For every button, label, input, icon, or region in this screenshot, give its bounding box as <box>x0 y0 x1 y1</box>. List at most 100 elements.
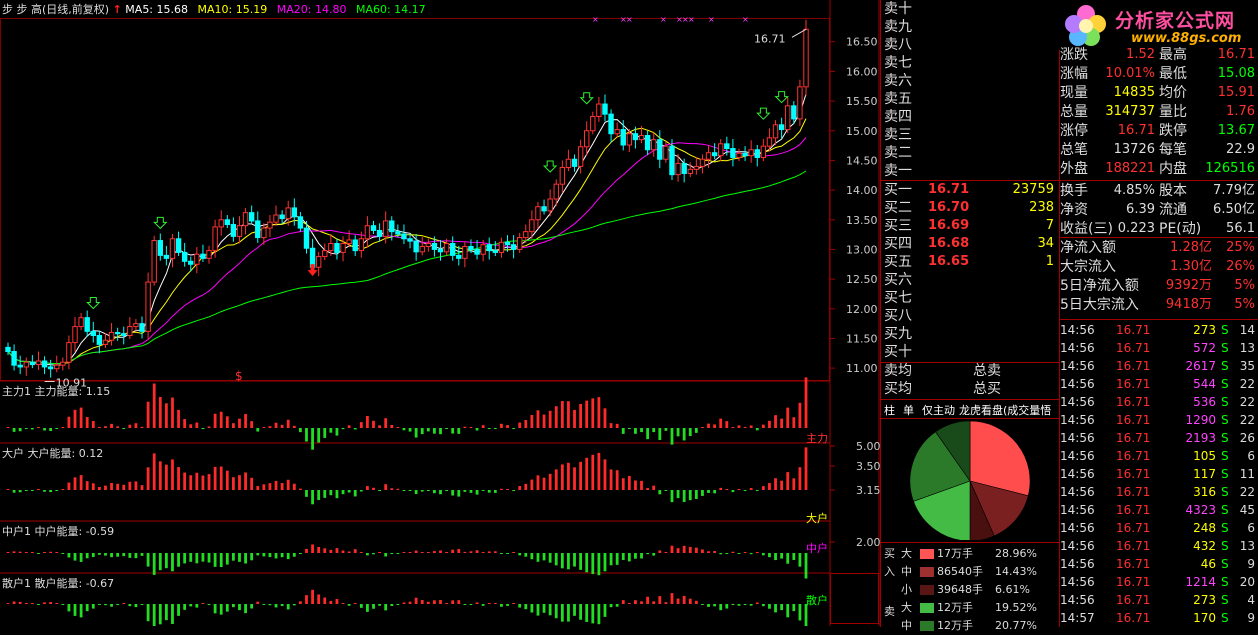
zhuli-bar-neg <box>311 428 314 450</box>
zhuli-bar-pos <box>61 427 65 428</box>
candle-down <box>644 135 651 151</box>
sanhu-bar-neg <box>469 604 473 605</box>
sanhu-bar-pos <box>122 603 126 604</box>
zhonghu-bar-pos <box>487 551 491 553</box>
dahu-bar-pos <box>652 485 656 490</box>
signal-cross-icon: × <box>626 15 633 24</box>
legend-swatch <box>920 603 934 613</box>
buy-arrow-icon <box>774 91 789 104</box>
sanhu-bar-neg <box>207 604 211 606</box>
tick-price: 16.71 <box>1116 611 1151 625</box>
sanhu-bar-pos <box>640 601 643 604</box>
zhuli-tag: 主力 <box>806 432 828 445</box>
zhuli-bar-pos <box>390 424 394 428</box>
candle-down <box>724 143 730 150</box>
candle-up <box>346 239 352 245</box>
zhonghu-bar-pos <box>445 552 448 553</box>
zhuli-bar-pos <box>798 402 802 428</box>
dahu-bar-neg <box>49 490 53 493</box>
candle-down <box>121 333 127 336</box>
zhuli-bar-pos <box>97 427 101 428</box>
dahu-bar-pos <box>238 475 241 490</box>
tick-volume: 248 <box>1193 521 1216 535</box>
candle-up <box>535 206 541 221</box>
dahu-bar-pos <box>719 487 723 490</box>
zhuli-bar-pos <box>140 426 144 428</box>
zhonghu-bar-neg <box>366 553 369 556</box>
tab-longhu[interactable]: 龙虎看盘(成交量悟 <box>959 402 1051 418</box>
tab-active-only[interactable]: 仅主动 <box>922 402 955 418</box>
zhonghu-bar-neg <box>97 553 101 555</box>
quote-value: 14835 <box>1113 85 1155 100</box>
zhonghu-bar-neg <box>219 553 223 568</box>
sanhu-bar-pos <box>475 602 479 604</box>
buy-level-price: 16.69 <box>928 218 970 233</box>
avg-sell-label: 卖均 <box>884 363 912 379</box>
kline-panel[interactable]: 步 步 高(日线,前复权) ↑ MA5: 15.68 MA10: 15.19 M… <box>0 0 880 626</box>
zhuli-bar-neg <box>676 428 680 437</box>
y-tick-label: 14.00 <box>846 184 878 197</box>
tick-volume: 105 <box>1193 449 1216 463</box>
zhuli-bar-pos <box>158 396 162 428</box>
sell-side-label: 卖 <box>884 605 895 618</box>
buy-level-label: 买十 <box>884 344 912 360</box>
quote-value: 1.52 <box>1126 47 1155 62</box>
candle-up <box>565 158 572 169</box>
tick-side: S <box>1221 593 1229 607</box>
zhonghu-bar-neg <box>128 553 132 558</box>
zhonghu-bar-neg <box>560 553 564 569</box>
zhuli-bar-pos <box>286 419 290 428</box>
sanhu-bar-pos <box>512 603 516 604</box>
zhuli-bar-pos <box>774 415 777 428</box>
tab-column[interactable]: 柱 <box>884 402 895 418</box>
zhonghu-bar-neg <box>396 553 400 554</box>
zhonghu-bar-pos <box>755 552 759 553</box>
dahu-bar-pos <box>640 480 643 490</box>
quote-label: 内盘 <box>1159 161 1187 177</box>
zhuli-bar-pos <box>231 423 235 428</box>
dahu-bar-neg <box>335 490 339 499</box>
zhuli-bar-pos <box>725 421 729 428</box>
quote-panel: 涨跌 1.52 最高 16.71 涨幅 10.01% 最低 15.08 现量 14835 均价 15.… <box>1059 46 1258 626</box>
quote-value: 126516 <box>1205 161 1255 176</box>
sanhu-bar-neg <box>518 604 522 608</box>
zhonghu-bar-pos <box>670 545 674 553</box>
sanhu-bar-neg <box>701 604 704 605</box>
candle-down <box>504 241 511 246</box>
zhuli-bar-pos <box>292 425 296 428</box>
dahu-bar-pos <box>567 462 570 490</box>
zhonghu-bar-neg <box>268 553 272 558</box>
zhonghu-bar-pos <box>43 551 46 553</box>
candle-up <box>687 168 693 174</box>
tick-side: S <box>1221 431 1229 445</box>
zhonghu-bar-pos <box>323 548 327 553</box>
buy-level-label: 买二 <box>884 200 912 216</box>
candle-up <box>699 158 706 167</box>
legend-size: 大 <box>901 547 912 560</box>
dahu-bar-pos <box>195 472 199 490</box>
tick-time: 14:56 <box>1060 323 1095 337</box>
sanhu-bar-neg <box>481 604 485 606</box>
tick-volume: 1290 <box>1185 413 1216 427</box>
zhuli-bar-neg <box>408 428 412 432</box>
sanhu-bar-pos <box>426 601 430 604</box>
zhuli-bar-pos <box>274 422 278 428</box>
quote-value: 13726 <box>1113 142 1155 157</box>
flow-pct: 26% <box>1226 259 1255 274</box>
zhonghu-bar-neg <box>183 553 187 564</box>
sanhu-bar-neg <box>104 604 107 606</box>
quote-value: 6.39 <box>1126 202 1155 217</box>
zhuli-bar-pos <box>134 423 138 428</box>
candle-up <box>736 152 742 158</box>
signal-cross-icon: × <box>742 15 749 24</box>
tab-single[interactable]: 单 <box>903 402 914 418</box>
quote-value: 22.9 <box>1226 142 1255 157</box>
zhuli-bar-neg <box>634 428 637 434</box>
zhonghu-bar-neg <box>585 553 589 573</box>
candle-down <box>230 224 237 237</box>
quote-label: 总笔 <box>1060 142 1088 158</box>
candlestick-chart[interactable]: 16.50 16.00 15.50 15.00 14.50 14.00 13.50 13.00… <box>0 0 880 626</box>
zhuli-bar-neg <box>414 428 418 438</box>
zhuli-bar-neg <box>24 428 28 429</box>
zhonghu-bar-neg <box>262 553 266 557</box>
